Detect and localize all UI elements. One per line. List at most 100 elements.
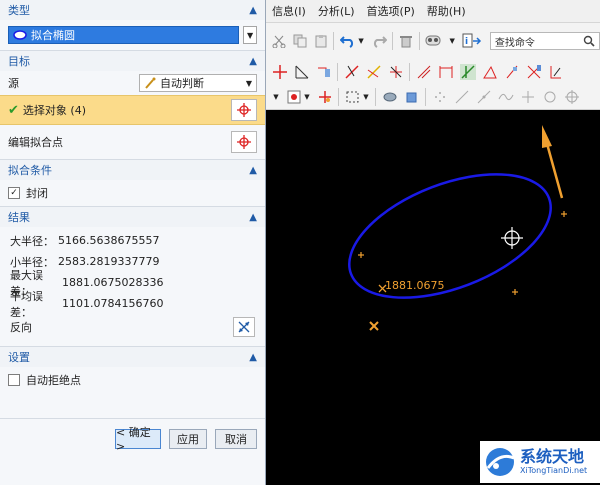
transform-curve-icon[interactable]: [526, 64, 542, 80]
edit-fit-point-row: 编辑拟合点: [0, 125, 265, 159]
auto-reject-row: 自动拒绝点: [0, 367, 265, 393]
fit-condition-section-header[interactable]: 拟合条件 ▲: [0, 159, 265, 180]
collapse-chevron-icon[interactable]: ▲: [249, 212, 257, 223]
reverse-button[interactable]: [233, 317, 255, 337]
point-set-icon[interactable]: [504, 64, 520, 80]
command-search-text: 查找命令: [494, 37, 535, 49]
snap-plus-icon[interactable]: [317, 89, 333, 105]
cad-window: 信息(I) 分析(L) 首选项(P) 帮助(H) ▼ ▼ i 查找命令 ▼ ▼ …: [266, 0, 600, 485]
toolbar-separator: [375, 88, 376, 106]
fillet-curve-icon[interactable]: [416, 64, 432, 80]
undo-icon[interactable]: [340, 33, 356, 49]
redo-icon[interactable]: [371, 33, 387, 49]
extend-curve-icon[interactable]: [438, 64, 454, 80]
menu-info[interactable]: 信息(I): [272, 3, 306, 19]
settings-section-title: 设置: [8, 351, 30, 364]
source-label: 源: [8, 77, 19, 90]
snap-intersection-icon[interactable]: [520, 89, 536, 105]
divide-curve-icon[interactable]: [460, 64, 476, 80]
information-icon[interactable]: i: [462, 33, 482, 49]
collapse-chevron-icon[interactable]: ▲: [249, 5, 257, 16]
viewport-background: [266, 110, 600, 485]
ellipse-type-icon: [13, 30, 27, 40]
target-section-header[interactable]: 目标 ▲: [0, 50, 265, 71]
select-objects-row[interactable]: ✔ 选择对象 (4): [0, 95, 265, 125]
command-search-box[interactable]: 查找命令: [489, 32, 600, 50]
menu-analysis[interactable]: 分析(L): [318, 3, 355, 19]
selection-dropdown-icon[interactable]: ▼: [362, 89, 370, 105]
select-objects-label: 选择对象 (4): [22, 104, 86, 117]
type-section-title: 类型: [8, 4, 30, 17]
toolbar-curve-tools: [266, 59, 600, 86]
select-objects-button[interactable]: [231, 99, 257, 121]
ok-button[interactable]: < 确定 >: [115, 426, 161, 453]
crosshair-pick-icon: [237, 135, 251, 149]
mirror-curve-icon[interactable]: [548, 64, 564, 80]
collapse-chevron-icon[interactable]: ▲: [249, 352, 257, 363]
error-annotation-label: 1881.0675: [385, 279, 445, 292]
collapse-chevron-icon[interactable]: ▲: [249, 56, 257, 67]
result-row-major-radius: 大半径： 5166.5638675557: [0, 230, 265, 251]
solid-view-icon[interactable]: [404, 89, 420, 105]
toolbar-separator: [418, 32, 420, 50]
watermark-logo: 系统天地 XiTongTianDi.net: [480, 441, 600, 483]
fit-condition-section-title: 拟合条件: [8, 164, 52, 177]
edit-fit-point-button[interactable]: [231, 131, 257, 153]
type-row: 拟合椭圆 ▼: [0, 20, 265, 50]
fit-curve-dialog: 类型 ▲ 拟合椭圆 ▼ 目标 ▲ 源 自动判断 ▼ ✔ 选择对象 (4) 编辑拟…: [0, 0, 266, 485]
snap-curve-icon[interactable]: [498, 89, 514, 105]
menu-preferences[interactable]: 首选项(P): [367, 3, 415, 19]
trim-curve-icon[interactable]: [388, 64, 404, 80]
result-list: 大半径： 5166.5638675557 小半径： 2583.281933777…: [0, 227, 265, 340]
command-finder-icon[interactable]: [425, 33, 447, 49]
graphics-viewport[interactable]: 1881.0675: [266, 110, 600, 485]
closed-checkbox[interactable]: ✓: [8, 187, 20, 199]
selection-box-icon[interactable]: [345, 89, 361, 105]
collapse-chevron-icon[interactable]: ▲: [249, 165, 257, 176]
menu-help[interactable]: 帮助(H): [427, 3, 466, 19]
source-select[interactable]: 自动判断 ▼: [139, 74, 257, 92]
cancel-button[interactable]: 取消: [215, 428, 257, 449]
snap-quadrant-icon[interactable]: [564, 89, 580, 105]
copy-icon[interactable]: [293, 33, 308, 49]
result-value: 5166.5638675557: [58, 234, 160, 247]
project-curve-icon[interactable]: [316, 64, 332, 80]
closed-label: 封闭: [26, 187, 48, 200]
cut-icon[interactable]: [272, 33, 287, 49]
result-section-title: 结果: [8, 211, 30, 224]
snap-dropdown-icon[interactable]: ▼: [303, 89, 311, 105]
command-finder-dropdown-icon[interactable]: ▼: [448, 33, 455, 49]
filter-dropdown-icon[interactable]: ▼: [272, 89, 280, 105]
result-value: 2583.2819337779: [58, 255, 160, 268]
offset-curve-icon[interactable]: [344, 64, 360, 80]
svg-text:i: i: [465, 37, 468, 47]
closed-row: ✓ 封闭: [0, 180, 265, 206]
curve-length-icon[interactable]: [482, 64, 498, 80]
source-row: 源 自动判断 ▼: [0, 71, 265, 95]
apply-button[interactable]: 应用: [169, 428, 207, 449]
result-label: 大半径：: [10, 234, 54, 248]
result-section-header[interactable]: 结果 ▲: [0, 206, 265, 227]
intersect-curve-icon[interactable]: [294, 64, 310, 80]
snap-grid-icon[interactable]: [432, 89, 448, 105]
snap-midpoint-icon[interactable]: [476, 89, 492, 105]
menu-bar: 信息(I) 分析(L) 首选项(P) 帮助(H): [266, 0, 600, 23]
toolbar-separator: [338, 88, 339, 106]
settings-section-header[interactable]: 设置 ▲: [0, 346, 265, 367]
edit-fit-point-label: 编辑拟合点: [8, 136, 63, 149]
plus-grid-icon[interactable]: [272, 64, 288, 80]
snap-point-icon[interactable]: [286, 89, 302, 105]
shaded-view-icon[interactable]: [382, 89, 398, 105]
snap-center-icon[interactable]: [542, 89, 558, 105]
toolbar-separator: [425, 88, 426, 106]
paste-icon[interactable]: [314, 33, 329, 49]
type-section-header[interactable]: 类型 ▲: [0, 0, 265, 20]
bridge-curve-icon[interactable]: [366, 64, 382, 80]
fit-type-dropdown-icon[interactable]: ▼: [243, 26, 257, 44]
delete-icon[interactable]: [399, 33, 414, 49]
search-icon[interactable]: [583, 35, 595, 47]
auto-reject-checkbox[interactable]: [8, 374, 20, 386]
snap-endpoint-icon[interactable]: [454, 89, 470, 105]
undo-dropdown-icon[interactable]: ▼: [357, 33, 364, 49]
fit-type-select[interactable]: 拟合椭圆: [8, 26, 240, 44]
